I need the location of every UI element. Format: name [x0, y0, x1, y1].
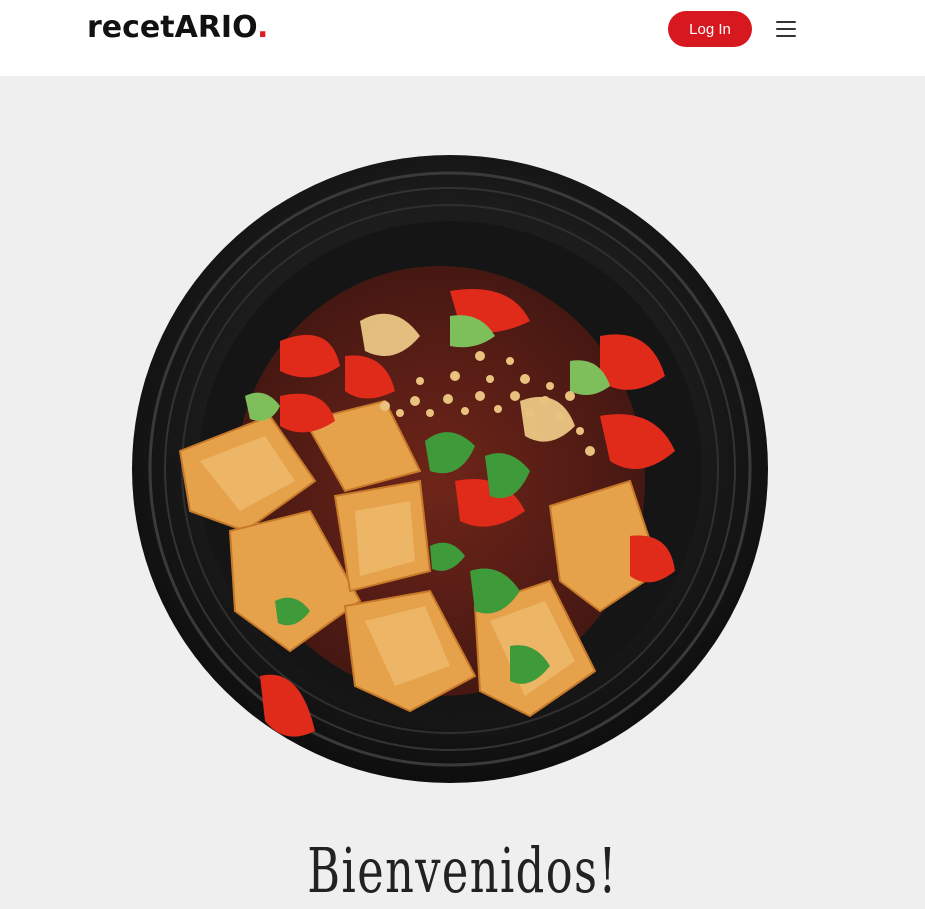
hero-section: Bienvenidos! [0, 76, 925, 909]
site-logo[interactable]: recetARIO. [87, 10, 268, 45]
food-bowl-image [132, 155, 768, 783]
logo-text: recetARIO [87, 10, 257, 45]
top-navigation-bar: recetARIO. Log In [0, 0, 925, 76]
welcome-title: Bienvenidos! [307, 834, 618, 907]
login-button[interactable]: Log In [668, 11, 752, 47]
hamburger-menu-icon[interactable] [774, 18, 800, 40]
logo-dot: . [256, 10, 269, 45]
